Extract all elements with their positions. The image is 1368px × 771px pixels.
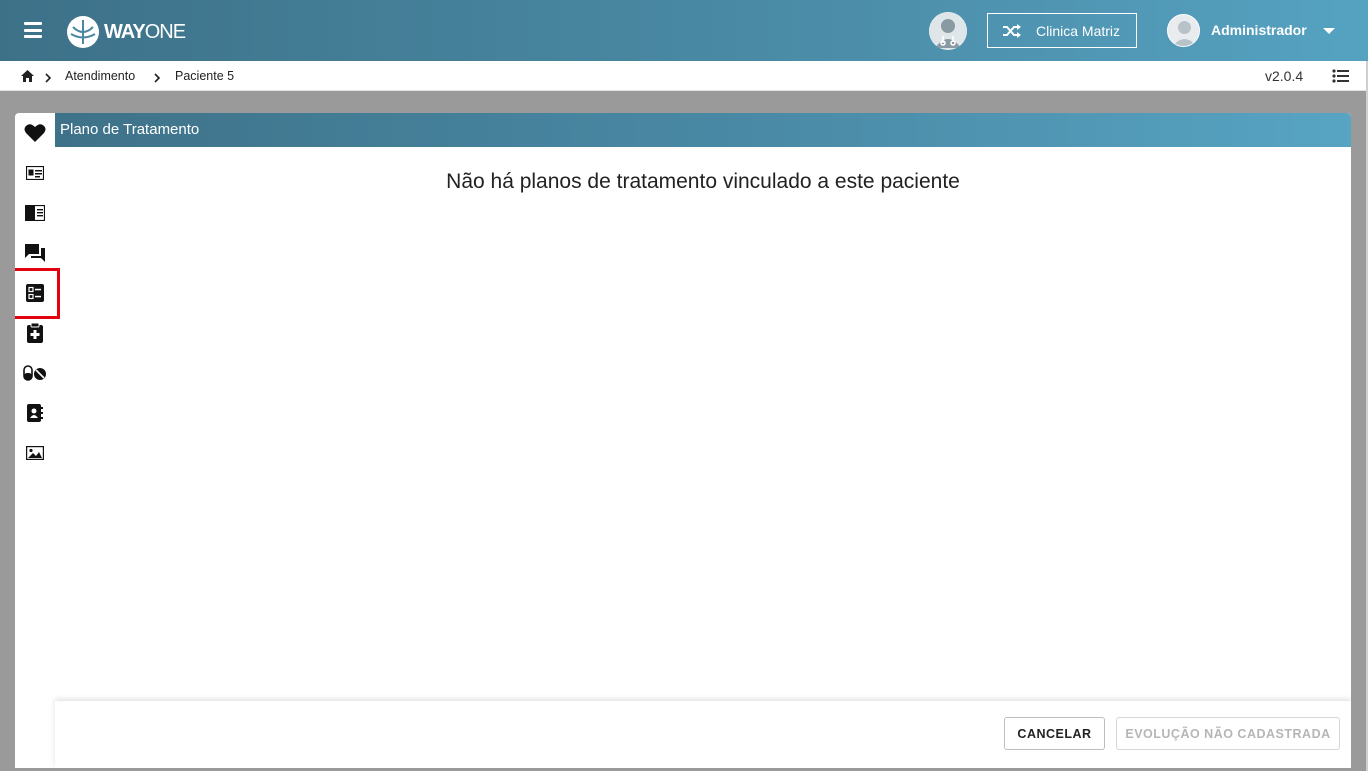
book-open-icon[interactable] bbox=[23, 201, 47, 225]
chat-bubbles-icon[interactable] bbox=[23, 241, 47, 265]
top-navbar: WAYONE Clinica Matriz Administrador bbox=[0, 0, 1368, 61]
user-menu-caret-icon[interactable] bbox=[1323, 28, 1335, 34]
breadcrumb: Atendimento Paciente 5 v2.0.4 bbox=[0, 61, 1368, 91]
heart-icon[interactable] bbox=[23, 121, 47, 145]
treatment-plan-card: Plano de Tratamento Não há planos de tra… bbox=[15, 113, 1351, 768]
breadcrumb-item-paciente[interactable]: Paciente 5 bbox=[175, 69, 234, 83]
wayone-logo[interactable]: WAYONE bbox=[66, 15, 186, 49]
evolution-button: EVOLUÇÃO NÃO CADASTRADA bbox=[1116, 717, 1340, 750]
doctor-avatar-icon[interactable] bbox=[929, 12, 967, 50]
image-icon[interactable] bbox=[23, 441, 47, 465]
logo-text-bold: WAY bbox=[104, 20, 146, 43]
checklist-icon[interactable] bbox=[23, 281, 47, 305]
panel-title: Plano de Tratamento bbox=[60, 121, 200, 138]
user-name[interactable]: Administrador bbox=[1211, 22, 1307, 38]
home-icon[interactable] bbox=[21, 69, 34, 87]
contact-book-icon[interactable] bbox=[23, 401, 47, 425]
cancel-button[interactable]: CANCELAR bbox=[1004, 717, 1105, 750]
panel-header: Plano de Tratamento bbox=[55, 113, 1351, 147]
pills-icon[interactable] bbox=[23, 361, 47, 385]
action-footer: CANCELAR EVOLUÇÃO NÃO CADASTRADA bbox=[55, 701, 1351, 768]
shuffle-icon bbox=[1002, 23, 1022, 39]
empty-state-message: Não há planos de tratamento vinculado a … bbox=[446, 170, 960, 193]
logo-mark-icon bbox=[67, 16, 99, 48]
list-menu-icon[interactable] bbox=[1332, 69, 1350, 88]
user-avatar-icon[interactable] bbox=[1167, 14, 1200, 47]
id-card-icon[interactable] bbox=[23, 161, 47, 185]
hamburger-menu-icon[interactable] bbox=[24, 22, 42, 38]
clinic-label: Clinica Matriz bbox=[1036, 22, 1121, 39]
clinic-switch-button[interactable]: Clinica Matriz bbox=[987, 13, 1137, 48]
chevron-right-icon bbox=[153, 70, 161, 88]
breadcrumb-item-atendimento[interactable]: Atendimento bbox=[65, 69, 135, 83]
clipboard-medical-icon[interactable] bbox=[23, 321, 47, 345]
chevron-right-icon bbox=[44, 70, 52, 88]
logo-text-light: ONE bbox=[144, 20, 186, 43]
version-label: v2.0.4 bbox=[1265, 68, 1304, 84]
